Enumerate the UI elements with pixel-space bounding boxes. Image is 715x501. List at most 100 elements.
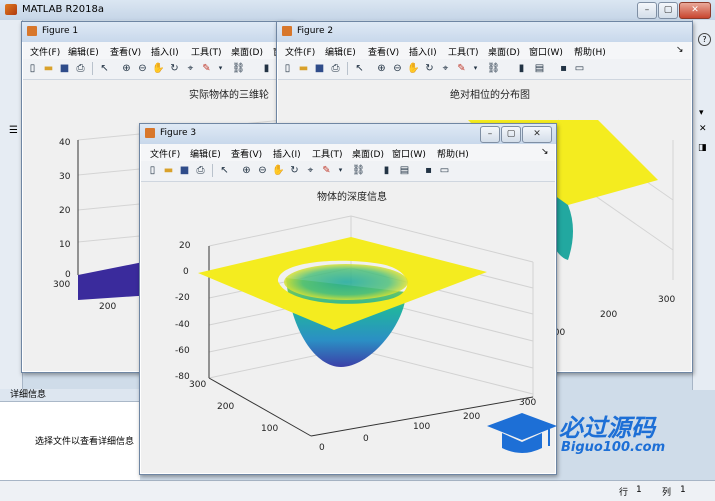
panel-close-icon[interactable]: ✕: [699, 124, 707, 134]
colorbar-icon[interactable]: ▮: [260, 62, 273, 75]
figure-icon: [145, 128, 155, 138]
data-cursor-icon[interactable]: ⌖: [304, 164, 317, 177]
figure1-z-tick: 30: [59, 172, 71, 182]
menu-window[interactable]: 窗口(W): [529, 45, 563, 58]
figure3-y-tick: 300: [189, 380, 207, 390]
toolbar-separator: [347, 62, 348, 75]
figure3-minimize-button[interactable]: –: [480, 126, 500, 143]
select-arrow-icon[interactable]: ↖: [218, 164, 231, 177]
menu-help[interactable]: 帮助(H): [437, 147, 469, 160]
menu-view[interactable]: 查看(V): [368, 45, 399, 58]
matlab-maximize-button[interactable]: ▢: [658, 2, 678, 19]
brush-icon[interactable]: ✎: [455, 62, 468, 75]
zoom-in-icon[interactable]: ⊕: [120, 62, 133, 75]
show-tools-icon[interactable]: ▭: [573, 62, 586, 75]
menu-desktop[interactable]: 桌面(D): [488, 45, 520, 58]
menu-edit[interactable]: 编辑(E): [325, 45, 356, 58]
new-figure-icon[interactable]: ▯: [146, 164, 159, 177]
print-icon[interactable]: ⎙: [194, 164, 207, 177]
menu-dock-icon[interactable]: ↘: [541, 147, 549, 157]
menu-insert[interactable]: 插入(I): [409, 45, 437, 58]
menu-tools[interactable]: 工具(T): [448, 45, 479, 58]
open-file-icon[interactable]: ▬: [42, 62, 55, 75]
save-icon[interactable]: ■: [178, 164, 191, 177]
print-icon[interactable]: ⎙: [329, 62, 342, 75]
panel-menu-icon[interactable]: ☰: [9, 125, 18, 136]
select-arrow-icon[interactable]: ↖: [353, 62, 366, 75]
figure2-titlebar[interactable]: Figure 2: [277, 22, 692, 42]
toolbar-separator: [92, 62, 93, 75]
menu-view[interactable]: 查看(V): [110, 45, 141, 58]
menu-file[interactable]: 文件(F): [30, 45, 60, 58]
menu-file[interactable]: 文件(F): [150, 147, 180, 160]
figure3-z-tick: 20: [179, 241, 191, 251]
show-tools-icon[interactable]: ▭: [438, 164, 451, 177]
menu-desktop[interactable]: 桌面(D): [231, 45, 263, 58]
figure1-titlebar[interactable]: Figure 1: [22, 22, 292, 42]
menu-tools[interactable]: 工具(T): [191, 45, 222, 58]
zoom-out-icon[interactable]: ⊖: [391, 62, 404, 75]
figure3-close-button[interactable]: ✕: [522, 126, 552, 143]
status-bar: 行 1 列 1: [0, 480, 715, 501]
matlab-close-button[interactable]: ✕: [679, 2, 711, 19]
open-file-icon[interactable]: ▬: [162, 164, 175, 177]
hide-tools-icon[interactable]: ▪: [422, 164, 435, 177]
help-icon[interactable]: ?: [698, 33, 711, 46]
data-cursor-icon[interactable]: ⌖: [439, 62, 452, 75]
menu-window[interactable]: 窗口(W): [392, 147, 426, 160]
pan-icon[interactable]: ✋: [272, 164, 285, 177]
zoom-in-icon[interactable]: ⊕: [375, 62, 388, 75]
pan-icon[interactable]: ✋: [407, 62, 420, 75]
matlab-minimize-button[interactable]: –: [637, 2, 657, 19]
print-icon[interactable]: ⎙: [74, 62, 87, 75]
panel-restore-icon[interactable]: ◨: [698, 143, 707, 153]
menu-tools[interactable]: 工具(T): [312, 147, 343, 160]
link-plot-icon[interactable]: ⛓: [487, 62, 500, 75]
rotate-icon[interactable]: ↻: [168, 62, 181, 75]
select-arrow-icon[interactable]: ↖: [98, 62, 111, 75]
watermark-logo: 必过源码 Biguo100.com: [487, 406, 697, 466]
menu-file[interactable]: 文件(F): [285, 45, 315, 58]
menu-edit[interactable]: 编辑(E): [190, 147, 221, 160]
link-plot-icon[interactable]: ⛓: [352, 164, 365, 177]
link-plot-icon[interactable]: ⛓: [232, 62, 245, 75]
brush-icon[interactable]: ✎: [200, 62, 213, 75]
brush-dropdown-icon[interactable]: ▾: [469, 62, 482, 75]
menu-insert[interactable]: 插入(I): [273, 147, 301, 160]
data-cursor-icon[interactable]: ⌖: [184, 62, 197, 75]
brush-dropdown-icon[interactable]: ▾: [214, 62, 227, 75]
menu-desktop[interactable]: 桌面(D): [352, 147, 384, 160]
figure1-y-tick: 200: [99, 302, 117, 312]
menu-help[interactable]: 帮助(H): [574, 45, 606, 58]
panel-collapse-icon[interactable]: ▾: [699, 108, 704, 118]
figure3-toolbar: ▯ ▬ ■ ⎙ ↖ ⊕ ⊖ ✋ ↻ ⌖ ✎ ▾ ⛓ ▮ ▤ ▪ ▭: [141, 161, 555, 182]
brush-dropdown-icon[interactable]: ▾: [334, 164, 347, 177]
save-icon[interactable]: ■: [58, 62, 71, 75]
legend-icon[interactable]: ▤: [398, 164, 411, 177]
new-figure-icon[interactable]: ▯: [281, 62, 294, 75]
zoom-out-icon[interactable]: ⊖: [136, 62, 149, 75]
menu-edit[interactable]: 编辑(E): [68, 45, 99, 58]
rotate-icon[interactable]: ↻: [423, 62, 436, 75]
zoom-in-icon[interactable]: ⊕: [240, 164, 253, 177]
save-icon[interactable]: ■: [313, 62, 326, 75]
brush-icon[interactable]: ✎: [320, 164, 333, 177]
menu-view[interactable]: 查看(V): [231, 147, 262, 160]
zoom-out-icon[interactable]: ⊖: [256, 164, 269, 177]
colorbar-icon[interactable]: ▮: [515, 62, 528, 75]
menu-dock-icon[interactable]: ↘: [676, 45, 684, 55]
legend-icon[interactable]: ▤: [533, 62, 546, 75]
figure3-titlebar[interactable]: Figure 3 – ▢ ✕: [140, 124, 556, 144]
new-figure-icon[interactable]: ▯: [26, 62, 39, 75]
figure3-z-tick: -60: [175, 346, 190, 356]
pan-icon[interactable]: ✋: [152, 62, 165, 75]
figure3-maximize-button[interactable]: ▢: [501, 126, 521, 143]
menu-insert[interactable]: 插入(I): [151, 45, 179, 58]
figure3-z-tick: 0: [183, 267, 189, 277]
colorbar-icon[interactable]: ▮: [380, 164, 393, 177]
open-file-icon[interactable]: ▬: [297, 62, 310, 75]
rotate-icon[interactable]: ↻: [288, 164, 301, 177]
figure1-y-tick: 300: [53, 280, 71, 290]
figure1-z-tick: 10: [59, 240, 71, 250]
hide-tools-icon[interactable]: ▪: [557, 62, 570, 75]
